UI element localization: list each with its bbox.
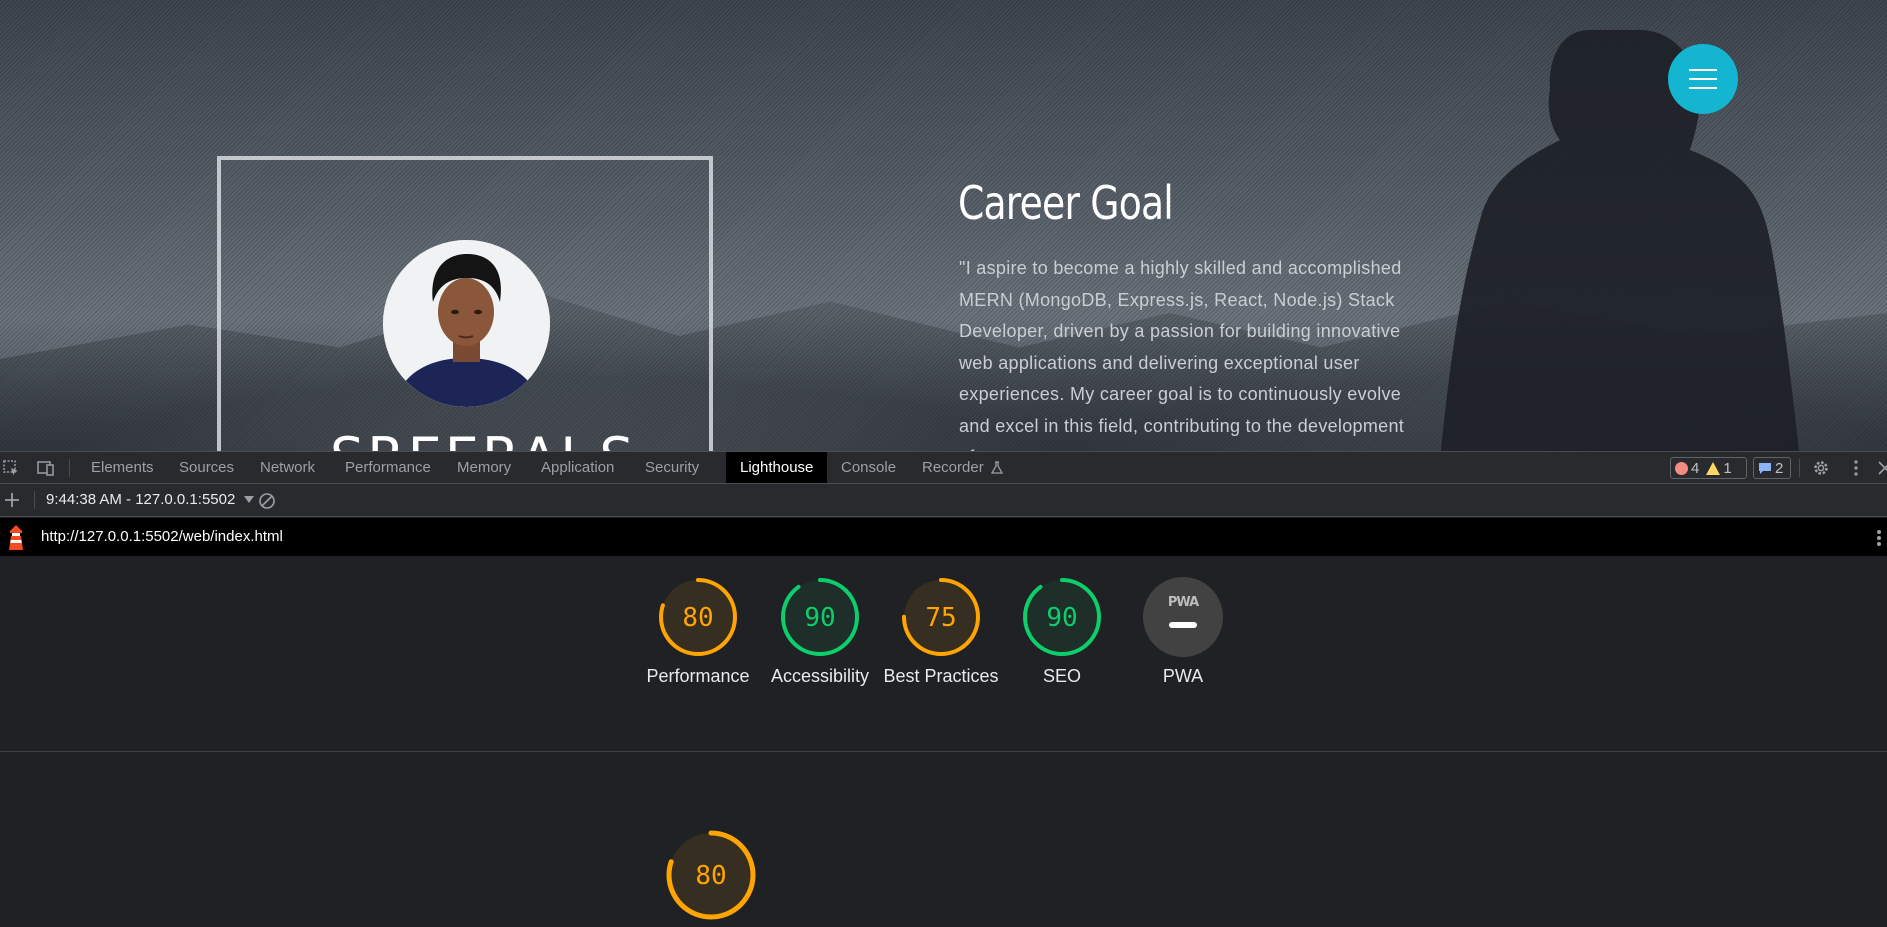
gauge-ring: 80: [666, 830, 756, 920]
experiment-flask-icon: [990, 461, 1003, 474]
tab-console[interactable]: Console: [827, 452, 910, 483]
toolbar-divider: [34, 491, 35, 509]
score-gauge-performance[interactable]: 80: [657, 576, 739, 658]
menu-bar-icon: [1689, 78, 1717, 80]
score-value: 75: [925, 603, 956, 633]
tab-recorder-label: Recorder: [922, 459, 984, 476]
devtools-panel: Elements Sources Network Performance Mem…: [0, 451, 1887, 920]
score-label: SEO: [1042, 666, 1081, 686]
warning-count: 1: [1723, 459, 1732, 477]
tab-performance[interactable]: Performance: [331, 452, 445, 483]
hooded-person-silhouette: [1440, 30, 1799, 451]
hamburger-menu-button[interactable]: [1668, 44, 1738, 114]
gauge-ring: 90: [781, 578, 859, 656]
section-divider: [0, 751, 1887, 752]
gauge-ring: 90: [1023, 578, 1101, 656]
settings-gear-icon[interactable]: [1812, 459, 1830, 477]
clear-reports-icon[interactable]: [258, 492, 276, 510]
lighthouse-toolbar: 9:44:38 AM - 127.0.0.1:5502: [0, 484, 1887, 517]
devtools-tab-bar: Elements Sources Network Performance Mem…: [0, 451, 1887, 484]
menu-bar-icon: [1689, 69, 1717, 71]
score-label: Accessibility: [770, 666, 870, 686]
message-count: 2: [1775, 459, 1784, 477]
messages-counter[interactable]: 2: [1753, 457, 1791, 479]
error-icon: [1675, 461, 1688, 475]
error-count: 4: [1691, 459, 1700, 477]
score-label: Best Practices: [883, 666, 999, 686]
close-devtools-icon[interactable]: [1876, 459, 1887, 477]
toolbar-divider: [69, 459, 70, 477]
tab-recorder[interactable]: Recorder: [908, 452, 1016, 483]
report-menu-icon[interactable]: [1876, 529, 1882, 547]
message-icon: [1759, 462, 1771, 474]
menu-bar-icon: [1689, 87, 1717, 89]
toolbar-divider: [1799, 459, 1800, 477]
profile-avatar: [383, 240, 550, 407]
gauge-ring: 80: [659, 578, 737, 656]
tab-network[interactable]: Network: [246, 452, 329, 483]
score-value: 80: [682, 603, 713, 633]
inspect-element-icon[interactable]: [2, 459, 20, 477]
score-label: Performance: [646, 666, 750, 686]
new-report-plus-icon[interactable]: [3, 491, 21, 509]
tab-sources[interactable]: Sources: [165, 452, 248, 483]
lighthouse-logo-icon: [9, 525, 23, 550]
score-value: 90: [804, 603, 835, 633]
issues-counter[interactable]: 4 1: [1670, 457, 1747, 479]
more-options-icon[interactable]: [1847, 459, 1865, 477]
score-gauge-seo[interactable]: 90: [1021, 576, 1103, 658]
profile-name: SREERAJ S: [330, 428, 637, 452]
performance-section-gauge[interactable]: 80: [664, 828, 758, 922]
report-url-bar: http://127.0.0.1:5502/web/index.html: [0, 518, 1887, 556]
pwa-badge-icon: PWA: [1143, 577, 1223, 657]
score-label: PWA: [1162, 666, 1204, 686]
tab-application[interactable]: Application: [527, 452, 628, 483]
report-selector[interactable]: 9:44:38 AM - 127.0.0.1:5502: [46, 484, 255, 516]
website-viewport: SREERAJ S Career Goal "I aspire to becom…: [0, 0, 1887, 451]
report-url[interactable]: http://127.0.0.1:5502/web/index.html: [41, 518, 283, 556]
score-gauge-accessibility[interactable]: 90: [779, 576, 861, 658]
person-portrait-icon: [383, 240, 550, 407]
career-goal-heading: Career Goal: [958, 176, 1174, 230]
score-value: 80: [695, 861, 726, 891]
report-selector-label: 9:44:38 AM - 127.0.0.1:5502: [46, 491, 236, 508]
tab-security[interactable]: Security: [631, 452, 713, 483]
tab-memory[interactable]: Memory: [443, 452, 525, 483]
score-summary: 80 Performance 90 Accessibility 75 Best …: [0, 556, 1887, 751]
score-gauge-pwa[interactable]: PWA: [1142, 576, 1224, 658]
tab-elements[interactable]: Elements: [77, 452, 168, 483]
score-value: 90: [1046, 603, 1077, 633]
device-toolbar-icon[interactable]: [37, 459, 55, 477]
pwa-badge-text: PWA: [1168, 595, 1199, 610]
career-goal-text: "I aspire to become a highly skilled and…: [959, 258, 1405, 451]
dropdown-arrow-icon: [244, 496, 255, 503]
score-gauge-best-practices[interactable]: 75: [900, 576, 982, 658]
warning-icon: [1706, 461, 1721, 475]
tab-lighthouse[interactable]: Lighthouse: [726, 452, 828, 483]
gauge-ring: 75: [902, 578, 980, 656]
